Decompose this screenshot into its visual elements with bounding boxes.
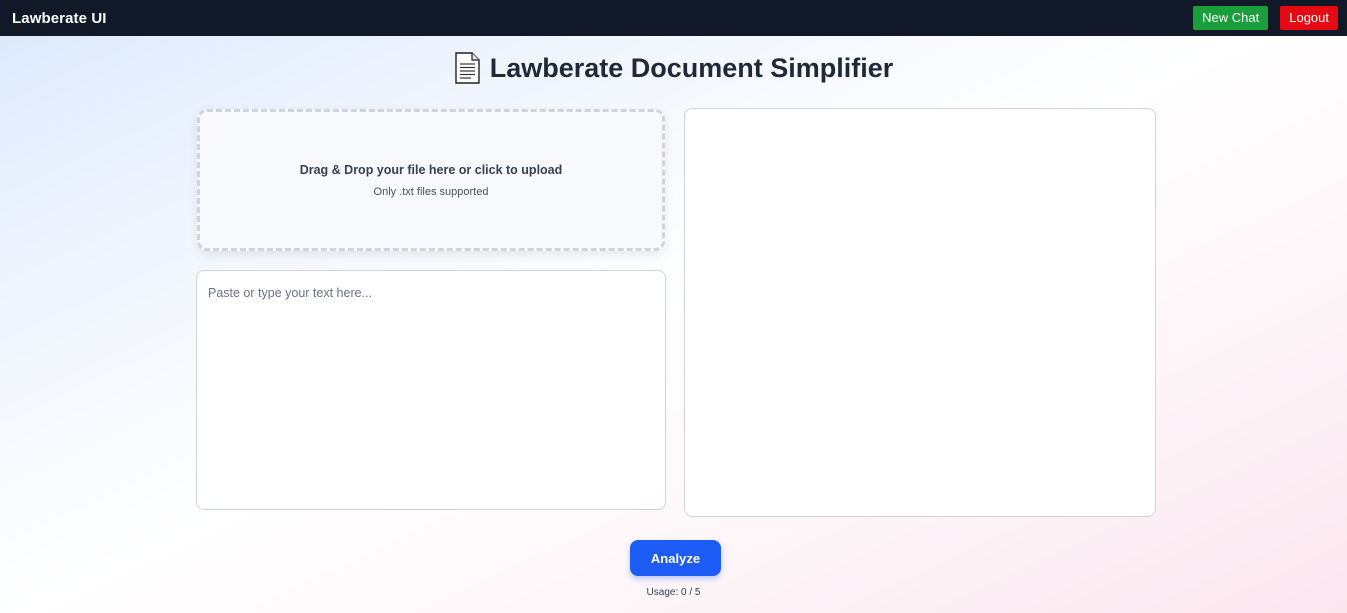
- dropzone-instruction: Drag & Drop your file here or click to u…: [299, 162, 563, 177]
- new-chat-button[interactable]: New Chat: [1193, 6, 1269, 30]
- text-input[interactable]: [196, 270, 666, 510]
- usage-counter: Usage: 0 / 5: [646, 587, 701, 598]
- page-title-text: Lawberate Document Simplifier: [489, 52, 894, 83]
- dropzone-hint: Only .txt files supported: [373, 185, 489, 198]
- text-input-container: [196, 270, 666, 510]
- nav-actions: New Chat Logout: [1193, 6, 1338, 30]
- analyze-button[interactable]: Analyze: [630, 540, 721, 576]
- top-navbar: Lawberate UI New Chat Logout: [0, 0, 1347, 36]
- output-panel: [684, 108, 1156, 517]
- file-upload-dropzone[interactable]: Drag & Drop your file here or click to u…: [197, 109, 665, 251]
- page-title: Lawberate Document Simplifier: [0, 52, 1347, 84]
- document-icon: [454, 52, 480, 84]
- logout-button[interactable]: Logout: [1280, 6, 1338, 30]
- brand-title: Lawberate UI: [12, 9, 107, 27]
